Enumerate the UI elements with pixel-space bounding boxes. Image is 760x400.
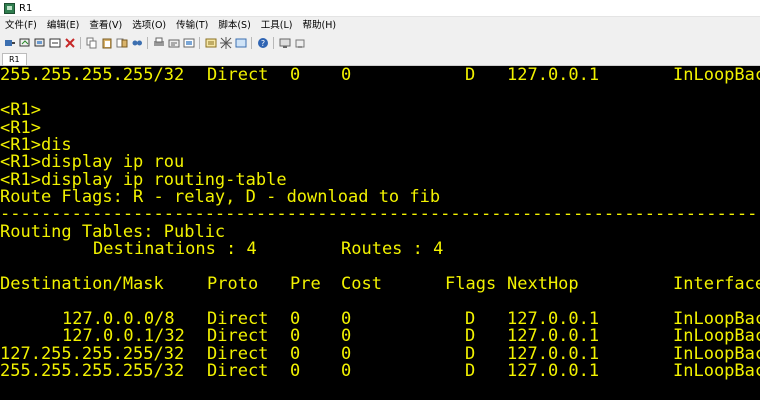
cell-cost: 0: [341, 66, 352, 85]
toolbar: ?: [0, 34, 760, 52]
cell-destination: 127.0.0.1/32: [62, 326, 185, 346]
menu-script[interactable]: 脚本(S): [213, 17, 255, 34]
header-interface: Interface: [673, 274, 760, 294]
print-icon[interactable]: [153, 37, 165, 49]
toolbar-separator: [251, 37, 252, 49]
cell-interface: InLoopBac: [673, 361, 760, 381]
header-proto: Proto: [207, 274, 259, 294]
cell-cost: 0: [341, 326, 352, 346]
menu-edit[interactable]: 编辑(E): [42, 17, 84, 34]
cell-destination: 255.255.255.255/32: [0, 66, 185, 85]
session-options-icon[interactable]: [205, 37, 217, 49]
destinations-count: Destinations : 4: [93, 239, 257, 259]
separator-line: ----------------------------------------…: [0, 204, 760, 224]
header-cost: Cost: [341, 274, 382, 294]
cell-flags: D: [465, 66, 476, 85]
routes-count: Routes : 4: [341, 239, 444, 259]
header-pre: Pre: [290, 274, 321, 294]
cell-flags: D: [465, 326, 476, 346]
prompt-line: <R1>: [0, 100, 41, 120]
menu-options[interactable]: 选项(O): [127, 17, 171, 34]
menu-view[interactable]: 查看(V): [84, 17, 127, 34]
menu-file[interactable]: 文件(F): [0, 17, 42, 34]
cell-flags: D: [465, 361, 476, 381]
connect-icon[interactable]: [4, 37, 16, 49]
disconnect-icon[interactable]: [34, 37, 46, 49]
sftp-icon[interactable]: [235, 37, 247, 49]
cell-proto: Direct: [207, 326, 269, 346]
settings-icon[interactable]: [183, 37, 195, 49]
cell-nexthop: 127.0.0.1: [507, 361, 600, 381]
header-flags: Flags: [445, 274, 497, 294]
copy-paste-icon[interactable]: [116, 37, 128, 49]
toolbar-separator: [147, 37, 148, 49]
tab-bar: R1: [0, 52, 760, 66]
cell-cost: 0: [341, 361, 352, 381]
menu-help[interactable]: 帮助(H): [298, 17, 342, 34]
tab-r1[interactable]: R1: [2, 53, 27, 65]
print-setup-icon[interactable]: [168, 37, 180, 49]
toolbar-separator: [80, 37, 81, 49]
cell-nexthop: 127.0.0.1: [507, 326, 600, 346]
cell-proto: Direct: [207, 66, 269, 85]
cell-nexthop: 127.0.0.1: [507, 66, 600, 85]
misc-icon[interactable]: [294, 37, 306, 49]
app-icon: [4, 2, 15, 14]
table-row: 127.0.0.1/32 Direct 0 0 D 127.0.0.1 InLo…: [0, 328, 760, 345]
help-icon[interactable]: ?: [257, 37, 269, 49]
prompt-line: <R1>display ip rou: [0, 152, 185, 172]
summary-line: Destinations : 4 Routes : 4: [0, 241, 760, 258]
cell-proto: Direct: [207, 361, 269, 381]
menu-transfer[interactable]: 传输(T): [171, 17, 213, 34]
cell-interface: InLoopBac: [673, 66, 760, 85]
menu-tools[interactable]: 工具(L): [256, 17, 298, 34]
cell-pre: 0: [290, 66, 301, 85]
cell-pre: 0: [290, 361, 301, 381]
cell-interface: InLoopBac: [673, 326, 760, 346]
paste-icon[interactable]: [101, 37, 113, 49]
title-bar: R1: [0, 0, 760, 17]
svg-text:?: ?: [260, 39, 264, 48]
close-session-icon[interactable]: [64, 37, 76, 49]
window-title: R1: [19, 2, 33, 14]
terminal[interactable]: 255.255.255.255/32 Direct 0 0 D 127.0.0.…: [0, 66, 760, 400]
table-row: 255.255.255.255/32 Direct 0 0 D 127.0.0.…: [0, 363, 760, 380]
menu-bar: 文件(F) 编辑(E) 查看(V) 选项(O) 传输(T) 脚本(S) 工具(L…: [0, 17, 760, 34]
cell-destination: 255.255.255.255/32: [0, 361, 185, 381]
keymap-icon[interactable]: [219, 37, 232, 49]
copy-icon[interactable]: [86, 37, 98, 49]
table-header: Destination/Mask Proto Pre Cost Flags Ne…: [0, 276, 760, 293]
prompt-line: <R1>: [0, 118, 41, 138]
toolbar-separator: [273, 37, 274, 49]
find-icon[interactable]: [131, 37, 143, 49]
toolbar-separator: [199, 37, 200, 49]
reconnect-icon[interactable]: [19, 37, 31, 49]
route-row-top: 255.255.255.255/32 Direct 0 0 D 127.0.0.…: [0, 67, 760, 84]
cell-pre: 0: [290, 326, 301, 346]
header-destination: Destination/Mask: [0, 274, 164, 294]
session-icon[interactable]: [49, 37, 61, 49]
screen-icon[interactable]: [279, 37, 291, 49]
header-nexthop: NextHop: [507, 274, 579, 294]
